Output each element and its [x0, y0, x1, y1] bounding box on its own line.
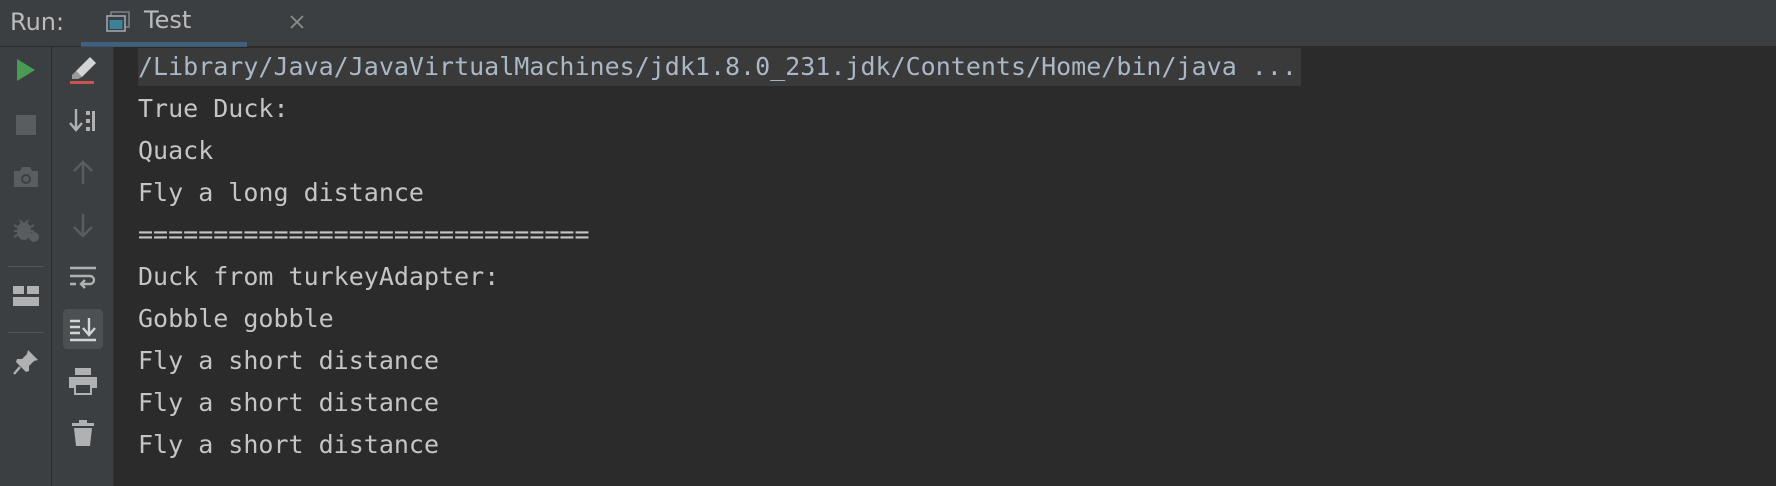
- separator: [8, 266, 44, 267]
- restore-layout-button[interactable]: [6, 276, 46, 316]
- close-icon[interactable]: [289, 14, 305, 30]
- arrow-up-icon: [73, 160, 93, 184]
- clear-highlight-button[interactable]: [63, 50, 103, 90]
- console-window-icon: [106, 11, 130, 32]
- arrow-down-icon: [73, 214, 93, 238]
- console-line: True Duck:: [138, 94, 289, 123]
- sort-button[interactable]: [63, 101, 103, 141]
- trash-icon: [72, 420, 94, 446]
- console-line: Fly a short distance: [138, 346, 440, 375]
- scroll-to-end-button[interactable]: [63, 309, 103, 349]
- stop-button[interactable]: [6, 105, 46, 145]
- tab-label: Test: [144, 6, 192, 34]
- tab-test[interactable]: Test: [81, 0, 304, 47]
- console-output[interactable]: /Library/Java/JavaVirtualMachines/jdk1.8…: [114, 47, 1776, 486]
- left-toolbar: [0, 47, 52, 486]
- pin-tab-button[interactable]: [6, 342, 46, 382]
- console-line: Quack: [138, 136, 214, 165]
- console-line: Gobble gobble: [138, 304, 334, 333]
- sort-down-icon: [69, 109, 95, 132]
- console-line: Duck from turkeyAdapter:: [138, 262, 500, 291]
- print-button[interactable]: [63, 361, 103, 401]
- rerun-button[interactable]: [6, 50, 46, 90]
- stop-square-icon: [16, 115, 36, 135]
- debug-button[interactable]: [6, 210, 46, 250]
- soft-wrap-icon: [70, 266, 96, 289]
- soft-wrap-button[interactable]: [63, 257, 103, 297]
- eraser-icon: [70, 57, 96, 84]
- console-command-line: /Library/Java/JavaVirtualMachines/jdk1.8…: [138, 48, 1301, 86]
- layout-icon: [13, 286, 39, 306]
- console-line: Fly a short distance: [138, 430, 440, 459]
- run-tool-window-header: Run: Test: [0, 0, 1776, 47]
- clear-all-button[interactable]: [63, 413, 103, 453]
- scroll-to-end-icon: [70, 318, 96, 342]
- console-line: ==============================: [138, 220, 590, 249]
- previous-occurrence-button[interactable]: [63, 153, 103, 193]
- printer-icon: [69, 368, 97, 395]
- pin-icon: [13, 350, 38, 375]
- bug-icon: [13, 219, 39, 242]
- run-label: Run:: [10, 8, 65, 36]
- console-line: Fly a short distance: [138, 388, 440, 417]
- separator: [8, 332, 44, 333]
- play-icon: [17, 59, 35, 81]
- console-toolbar: [52, 47, 114, 486]
- next-occurrence-button[interactable]: [63, 205, 103, 245]
- dump-threads-button[interactable]: [6, 157, 46, 197]
- camera-icon: [14, 167, 38, 187]
- console-line: Fly a long distance: [138, 178, 424, 207]
